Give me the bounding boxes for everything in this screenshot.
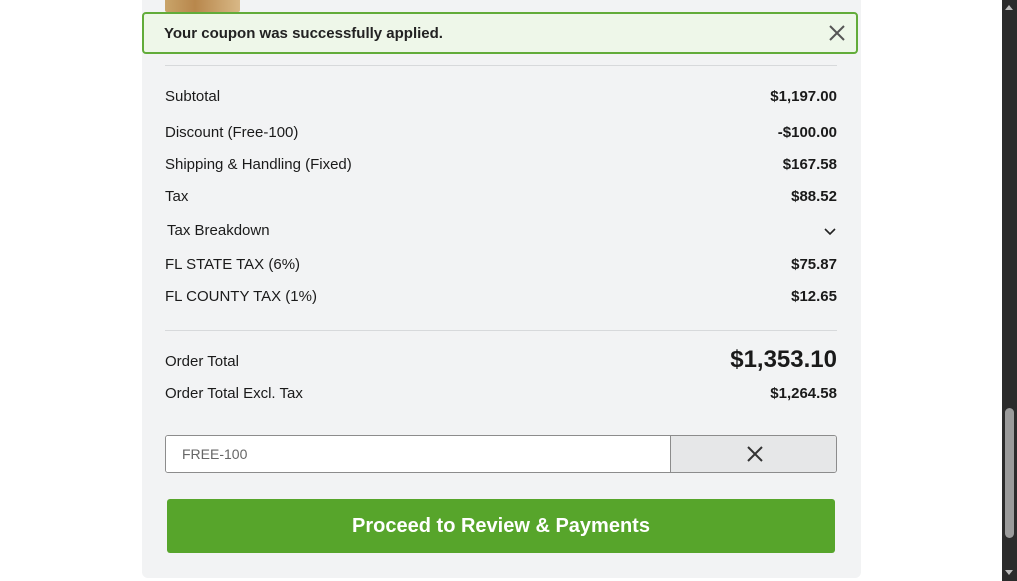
subtotal-label: Subtotal [165, 88, 221, 105]
order-total-excl-value: $1,264.58 [770, 385, 837, 402]
coupon-success-toast: Your coupon was successfully applied. [142, 12, 858, 54]
shipping-label: Shipping & Handling (Fixed) [165, 156, 352, 173]
tax-breakdown-toggle[interactable]: Tax Breakdown [167, 220, 837, 242]
tax-label: Tax [165, 188, 189, 205]
tax-row: Tax $88.52 [165, 186, 837, 208]
scroll-down-arrow-icon[interactable] [1005, 570, 1013, 575]
remove-coupon-button[interactable] [670, 436, 836, 472]
scrollbar-thumb[interactable] [1005, 408, 1014, 538]
state-tax-label: FL STATE TAX (6%) [165, 256, 301, 273]
close-icon [747, 446, 763, 462]
product-thumbnail [165, 0, 240, 12]
state-tax-value: $75.87 [791, 256, 837, 273]
divider [165, 330, 837, 331]
county-tax-row: FL COUNTY TAX (1%) $12.65 [165, 286, 837, 308]
toast-message: Your coupon was successfully applied. [164, 25, 443, 42]
order-total-excl-label: Order Total Excl. Tax [165, 385, 303, 402]
county-tax-label: FL COUNTY TAX (1%) [165, 288, 317, 305]
divider [165, 65, 837, 66]
order-total-excl-row: Order Total Excl. Tax $1,264.58 [165, 383, 837, 405]
scroll-up-arrow-icon[interactable] [1005, 5, 1013, 10]
state-tax-row: FL STATE TAX (6%) $75.87 [165, 254, 837, 276]
subtotal-value: $1,197.00 [770, 88, 837, 105]
order-total-label: Order Total [165, 353, 239, 370]
shipping-row: Shipping & Handling (Fixed) $167.58 [165, 154, 837, 176]
proceed-to-review-button[interactable]: Proceed to Review & Payments [167, 499, 835, 553]
discount-label: Discount (Free-100) [165, 124, 299, 141]
scrollbar[interactable] [1002, 0, 1017, 581]
chevron-down-icon [823, 224, 837, 238]
coupon-form [165, 435, 837, 473]
order-total-value: $1,353.10 [730, 346, 837, 373]
subtotal-row: Subtotal $1,197.00 [165, 86, 837, 108]
shipping-value: $167.58 [782, 156, 837, 173]
tax-value: $88.52 [791, 188, 837, 205]
close-icon[interactable] [826, 22, 848, 44]
tax-breakdown-label: Tax Breakdown [167, 222, 270, 239]
coupon-code-input[interactable] [166, 436, 670, 472]
discount-value: -$100.00 [777, 124, 837, 141]
order-total-row: Order Total $1,353.10 [165, 346, 837, 373]
county-tax-value: $12.65 [791, 288, 837, 305]
discount-row: Discount (Free-100) -$100.00 [165, 122, 837, 144]
